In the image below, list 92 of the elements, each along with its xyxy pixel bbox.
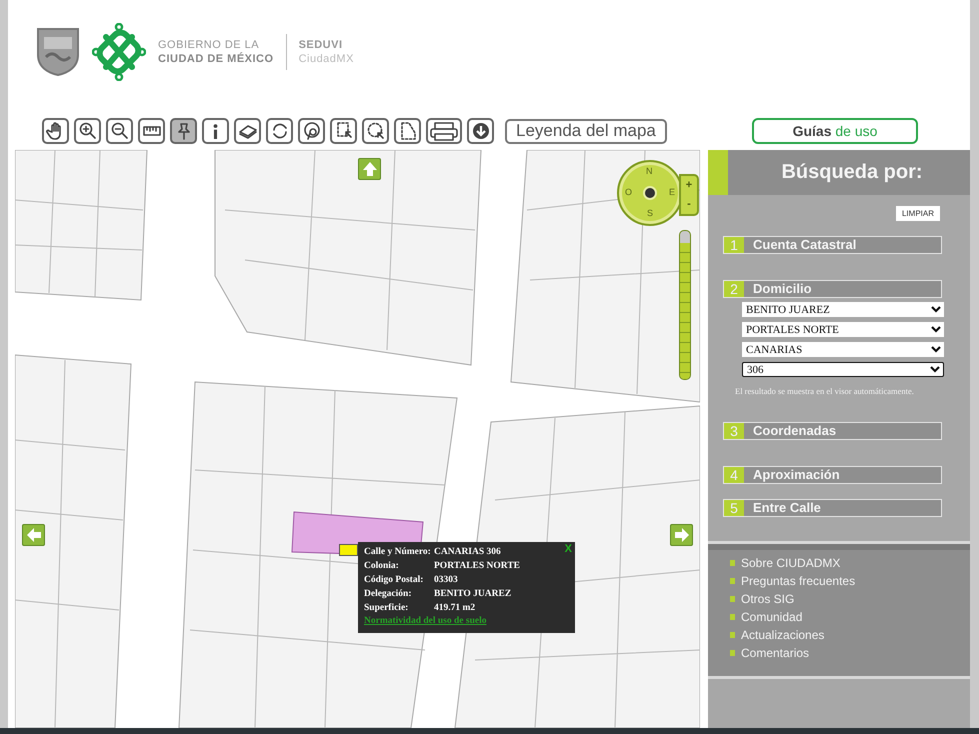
field-value: BENITO JUAREZ (434, 588, 512, 600)
legend-button[interactable]: Leyenda del mapa (505, 118, 667, 144)
sidebar-link[interactable]: Otros SIG (730, 590, 970, 608)
coat-of-arms-icon (36, 27, 80, 77)
tool-button[interactable] (266, 118, 293, 144)
tool-button[interactable] (202, 118, 229, 144)
bullet-icon (730, 560, 735, 566)
pan-left-button[interactable] (22, 524, 45, 546)
sidebar-link[interactable]: Comunidad (730, 608, 970, 626)
download-icon (470, 121, 490, 141)
field-value: CANARIAS 306 (434, 546, 502, 558)
app-name: CiudadMX (298, 52, 354, 66)
compass-letter: E (669, 187, 676, 197)
panel-title: Búsqueda por: (780, 161, 924, 184)
tool-button[interactable] (170, 118, 197, 144)
zoom-slider[interactable] (679, 230, 691, 380)
tool-button[interactable] (426, 118, 462, 144)
tool-button[interactable] (467, 118, 494, 144)
field-value: 03303 (434, 574, 459, 586)
field-value: 419.71 m2 (434, 602, 476, 614)
field-label: Colonia: (364, 560, 400, 572)
guide-button[interactable]: Guías de uso (752, 118, 918, 144)
section-header[interactable]: 2 Domicilio (723, 280, 942, 298)
dropdown[interactable]: 306 (742, 362, 944, 377)
section-header[interactable]: 5 Entre Calle (723, 499, 942, 517)
bullet-icon (730, 614, 735, 620)
zoom-in-button[interactable]: + (681, 176, 697, 195)
tool-button[interactable] (298, 118, 325, 144)
compass-letter: O (625, 187, 632, 197)
help-text: El resultado se muestra en el visor automáticamente. (735, 386, 915, 396)
dropdown[interactable]: PORTALES NORTE (742, 322, 944, 337)
land-use-link[interactable]: Normatividad del uso de suelo (364, 616, 569, 626)
zoom-out-icon (110, 121, 130, 141)
section-header[interactable]: 3 Coordenadas (723, 422, 942, 440)
section-number: 2 (724, 281, 744, 297)
sidebar-link[interactable]: Sobre CIUDADMX (730, 554, 970, 572)
dropdown[interactable]: BENITO JUAREZ (742, 302, 944, 317)
tool-button[interactable] (330, 118, 357, 144)
clear-button[interactable]: LIMPIAR (896, 206, 940, 221)
section-number: 5 (724, 500, 744, 516)
chevron-down-icon (931, 346, 941, 353)
section-number: 3 (724, 423, 744, 439)
sidebar-link[interactable]: Comentarios (730, 644, 970, 662)
dropdown[interactable]: CANARIAS (742, 342, 944, 357)
zoom-out-button[interactable]: - (681, 195, 697, 214)
info-icon (213, 124, 218, 138)
field-label: Código Postal: (364, 574, 424, 586)
tool-button[interactable] (74, 118, 101, 144)
bullet-icon (730, 632, 735, 638)
pan-right-button[interactable] (670, 524, 693, 546)
target-icon (302, 121, 322, 141)
field-value: PORTALES NORTE (434, 560, 521, 572)
section-header[interactable]: 1 Cuenta Catastral (723, 236, 942, 254)
section-number: 4 (724, 467, 744, 483)
logo-text: GOBIERNO DE LA (158, 38, 260, 52)
section-title: Aproximación (752, 467, 840, 483)
accent-strip (708, 150, 728, 195)
agency-name: SEDUVI (298, 38, 344, 52)
section-number: 1 (724, 237, 744, 253)
section-title: Entre Calle (752, 500, 821, 516)
bullet-icon (730, 578, 735, 584)
tool-button[interactable] (138, 118, 165, 144)
bullet-icon (730, 596, 735, 602)
compass-letter: N (646, 166, 652, 176)
tool-button[interactable] (234, 118, 261, 144)
tool-button[interactable] (106, 118, 133, 144)
zoom-in-icon (78, 121, 98, 141)
section-title: Cuenta Catastral (752, 237, 856, 253)
pan-up-button[interactable] (358, 158, 381, 180)
field-label: Delegación: (364, 588, 412, 600)
field-label: Superficie: (364, 602, 410, 614)
tool-button[interactable] (394, 118, 421, 144)
location-marker (339, 544, 358, 556)
section-title: Domicilio (752, 281, 812, 297)
section-header[interactable]: 4 Aproximación (723, 466, 942, 484)
bullet-icon (730, 650, 735, 656)
government-logo-drawing (92, 23, 146, 81)
chevron-down-icon (931, 326, 941, 333)
printer-icon (429, 121, 459, 141)
tool-button[interactable] (362, 118, 389, 144)
logo-text: CIUDAD DE MÉXICO (158, 52, 274, 66)
section-title: Coordenadas (752, 423, 836, 439)
compass-letter: S (647, 208, 654, 218)
compass-center-icon (643, 186, 657, 200)
chevron-down-icon (931, 306, 941, 313)
sidebar-link[interactable]: Preguntas frecuentes (730, 572, 970, 590)
chevron-down-icon (930, 366, 940, 373)
tool-button[interactable] (42, 118, 69, 144)
close-button[interactable]: X (564, 543, 572, 555)
circle-select-icon (366, 121, 386, 141)
field-label: Calle y Número: (364, 546, 432, 558)
sidebar-link[interactable]: Actualizaciones (730, 626, 970, 644)
